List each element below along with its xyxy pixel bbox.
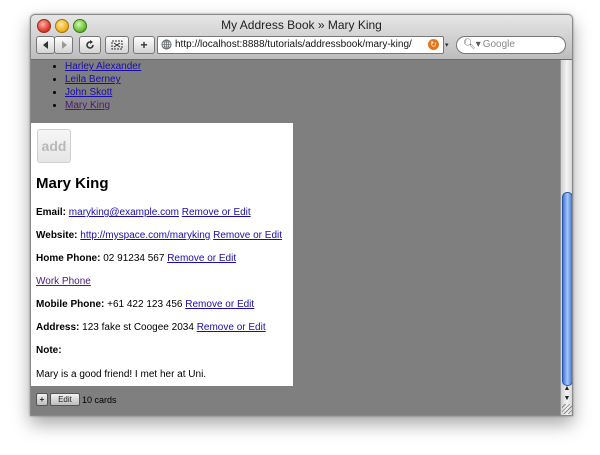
scroll-thumb[interactable] [562,192,572,386]
mobile-phone-remove-or-edit-link[interactable]: Remove or Edit [185,299,254,310]
back-arrow-icon [42,41,48,49]
browser-toolbar: My Address Book » Mary King + http://loc… [31,15,572,60]
list-item: Mary King [65,99,141,112]
note-label: Note: [36,345,62,356]
scroll-down-icon[interactable]: ▼ [561,394,572,404]
list-item: John Skott [65,86,141,99]
contact-link[interactable]: Mary King [65,100,110,111]
resize-grip-icon[interactable] [562,404,572,414]
home-phone-label: Home Phone: [36,253,101,264]
work-phone-link[interactable]: Work Phone [36,276,91,287]
forward-button[interactable] [54,36,73,54]
window-title: My Address Book » Mary King [221,18,382,32]
scroll-up-icon[interactable]: ▲ [561,384,572,394]
email-link[interactable]: maryking@example.com [69,207,179,218]
contact-name: Mary King [36,175,109,192]
email-row: Email: maryking@example.com Remove or Ed… [36,207,251,218]
address-remove-or-edit-link[interactable]: Remove or Edit [197,322,266,333]
address-row: Address: 123 fake st Coogee 2034 Remove … [36,322,266,333]
web-clip-icon [111,40,123,50]
globe-icon [161,39,172,50]
contact-list: Harley Alexander Leila Berney John Skott… [45,60,141,112]
go-icon[interactable]: ↻ [428,39,439,50]
page-content: Harley Alexander Leila Berney John Skott… [31,60,560,415]
add-card-button[interactable]: + [36,393,48,406]
mobile-phone-label: Mobile Phone: [36,299,105,310]
search-icon: 🔍︎▾ [463,39,481,50]
website-remove-or-edit-link[interactable]: Remove or Edit [213,230,282,241]
home-phone-row: Home Phone: 02 91234 567 Remove or Edit [36,253,236,264]
website-label: Website: [36,230,78,241]
url-field[interactable]: http://localhost:8888/tutorials/addressb… [157,36,444,54]
reload-icon [86,40,94,49]
web-clip-button[interactable] [105,36,129,54]
search-field[interactable]: 🔍︎▾ Google [456,36,566,54]
add-bookmark-button[interactable]: + [133,36,155,54]
url-text: http://localhost:8888/tutorials/addressb… [175,39,412,50]
address-label: Address: [36,322,80,333]
url-dropdown-icon[interactable]: ▾ [445,41,449,49]
search-placeholder: Google [482,39,515,50]
email-remove-or-edit-link[interactable]: Remove or Edit [182,207,251,218]
contact-card: add Mary King Email: maryking@example.co… [31,123,293,386]
forward-arrow-icon [61,41,67,49]
work-phone-row: Work Phone [36,276,91,287]
website-link[interactable]: http://myspace.com/maryking [80,230,210,241]
contact-link[interactable]: John Skott [65,87,112,98]
card-footer: + Edit 10 cards [31,389,560,415]
vertical-scrollbar[interactable]: ▲ ▼ [560,60,572,415]
email-label: Email: [36,207,67,218]
card-count: 10 cards [82,395,117,405]
home-phone-value: 02 91234 567 [103,253,165,264]
back-button[interactable] [36,36,55,54]
contact-link[interactable]: Harley Alexander [65,61,141,72]
website-row: Website: http://myspace.com/maryking Rem… [36,230,282,241]
add-photo-button[interactable]: add [37,129,71,163]
list-item: Harley Alexander [65,60,141,73]
contact-link[interactable]: Leila Berney [65,74,121,85]
home-phone-remove-or-edit-link[interactable]: Remove or Edit [167,253,236,264]
mobile-phone-value: +61 422 123 456 [107,299,183,310]
edit-card-button[interactable]: Edit [50,393,80,406]
list-item: Leila Berney [65,73,141,86]
reload-button[interactable] [79,36,101,54]
note-row: Note: [36,345,62,356]
address-value: 123 fake st Coogee 2034 [82,322,194,333]
note-text: Mary is a good friend! I met her at Uni. [36,369,207,380]
mobile-phone-row: Mobile Phone: +61 422 123 456 Remove or … [36,299,254,310]
browser-window: My Address Book » Mary King + http://loc… [30,14,573,416]
